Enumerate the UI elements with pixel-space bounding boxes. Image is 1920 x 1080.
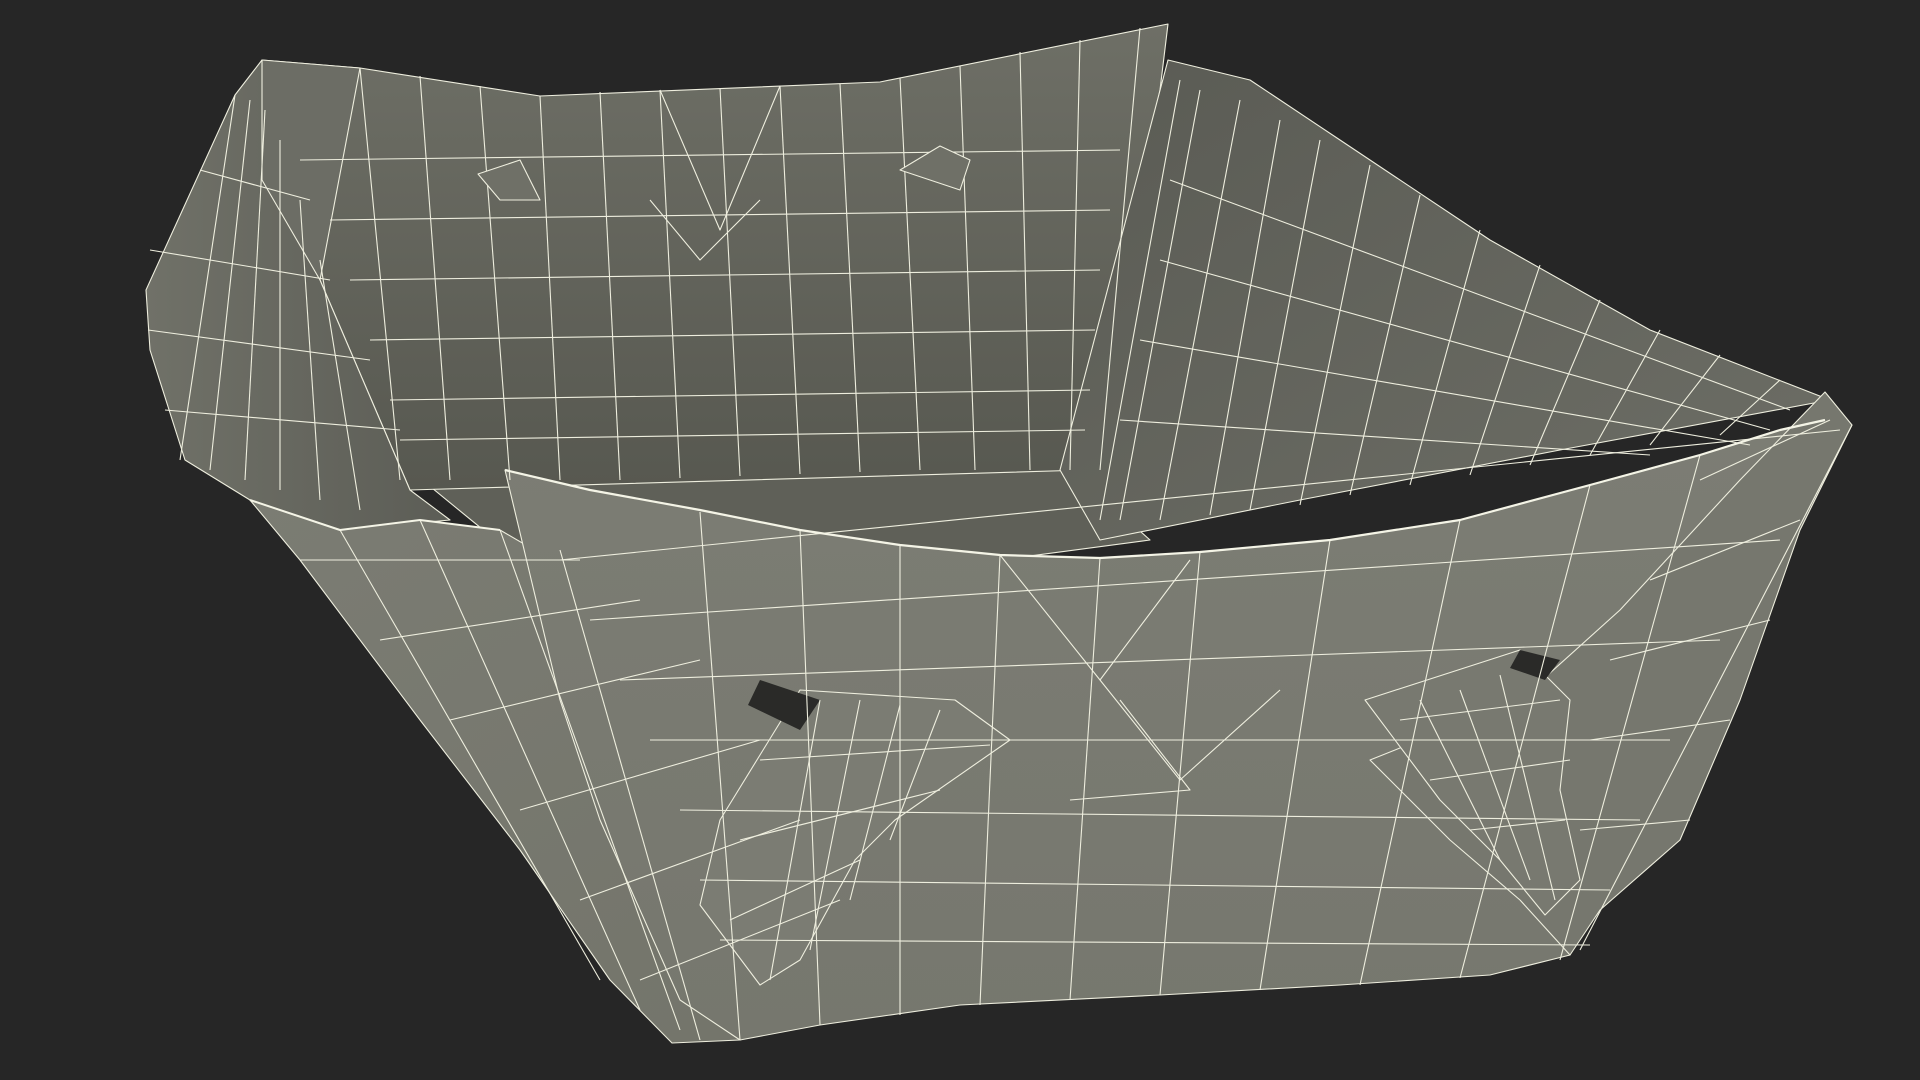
back-inner-wall [261, 23, 1169, 491]
wireframe-render [145, 23, 1853, 1044]
tray-model [145, 23, 1853, 1044]
render-viewport [0, 0, 1920, 1080]
